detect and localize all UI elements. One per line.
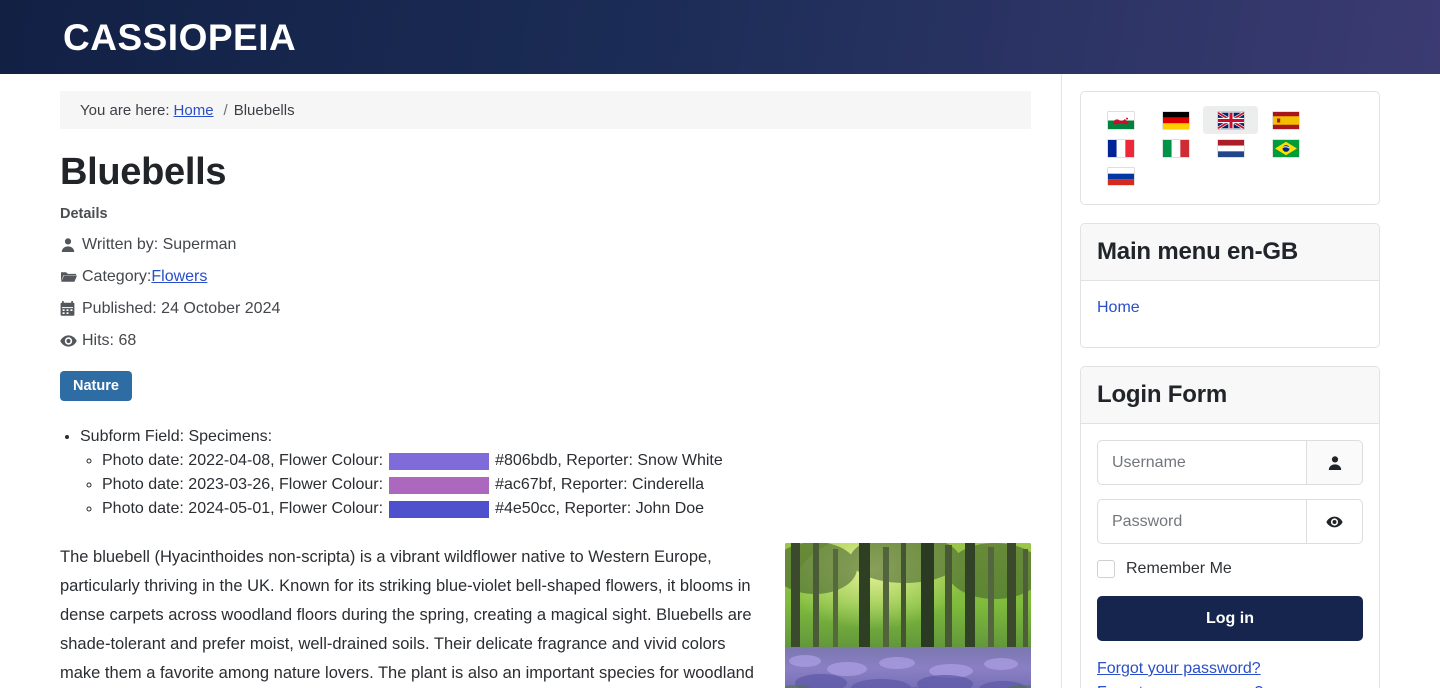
specimen-suffix: #4e50cc, Reporter: John Doe	[495, 500, 705, 517]
eye-icon	[60, 333, 82, 349]
meta-author: Written by: Superman	[60, 229, 1031, 261]
woodland-illustration	[785, 543, 1031, 688]
meta-category-link[interactable]: Flowers	[151, 268, 207, 286]
specimen-list: Photo date: 2022-04-08, Flower Colour: #…	[80, 449, 1031, 521]
article-body-text: The bluebell (Hyacinthoides non-scripta)…	[60, 548, 754, 682]
meta-author-text: Written by: Superman	[82, 236, 237, 253]
specimen-prefix: Photo date: 2023-03-26, Flower Colour:	[102, 476, 384, 493]
details-heading: Details	[60, 206, 108, 222]
meta-published-text: Published: 24 October 2024	[82, 300, 281, 317]
subform-field-label-text: Subform Field: Specimens:	[80, 428, 273, 445]
user-icon[interactable]	[1306, 440, 1363, 485]
login-form-body: Remember Me Log in Forgot your password?…	[1081, 424, 1379, 688]
flag-wales-icon	[1107, 111, 1134, 129]
password-field-group	[1097, 499, 1363, 544]
breadcrumb: You are here: Home / Bluebells	[60, 91, 1031, 129]
page-title: Bluebells	[60, 151, 227, 193]
forgot-password-link[interactable]: Forgot your password?	[1097, 657, 1363, 681]
article-meta-list: Written by: Superman Category: Flowers P…	[60, 229, 1031, 357]
breadcrumb-link-home[interactable]: Home	[174, 102, 214, 119]
login-form-module: Login Form Remember Me	[1080, 366, 1380, 688]
username-input[interactable]	[1097, 440, 1306, 485]
calendar-icon	[60, 301, 82, 317]
main-menu-header: Main menu en-GB	[1081, 224, 1379, 281]
list-item: Photo date: 2023-03-26, Flower Colour: #…	[102, 473, 1031, 497]
language-switcher-module	[1080, 91, 1380, 205]
language-option-portugues-brasil[interactable]	[1258, 134, 1313, 162]
main-menu-body: Home	[1081, 281, 1379, 347]
specimen-suffix: #806bdb, Reporter: Snow White	[495, 452, 723, 469]
meta-category: Category: Flowers	[60, 261, 1031, 293]
language-option-cymraeg[interactable]	[1093, 106, 1148, 134]
remember-me-label: Remember Me	[1126, 560, 1232, 577]
remember-me-checkbox[interactable]	[1097, 560, 1115, 578]
color-swatch	[389, 500, 490, 518]
flag-germany-icon	[1162, 111, 1189, 129]
list-item: Home	[1097, 297, 1363, 331]
page-layout: You are here: Home / Bluebells Bluebells…	[0, 74, 1440, 688]
user-icon	[60, 237, 82, 253]
main-content-column: You are here: Home / Bluebells Bluebells…	[0, 74, 1062, 688]
password-input[interactable]	[1097, 499, 1306, 544]
flag-france-icon	[1107, 139, 1134, 157]
subform-field-label: Subform Field: Specimens: Photo date: 20…	[80, 425, 1031, 521]
specimen-prefix: Photo date: 2022-04-08, Flower Colour:	[102, 452, 384, 469]
site-header: CASSIOPEIA	[0, 0, 1440, 74]
sidebar: Main menu en-GB Home Login Form Username…	[1062, 74, 1440, 688]
eye-icon[interactable]	[1306, 499, 1363, 544]
language-option-english-uk[interactable]	[1203, 106, 1258, 134]
color-swatch	[389, 476, 490, 494]
color-swatch	[389, 452, 490, 470]
login-button[interactable]: Log in	[1097, 596, 1363, 641]
meta-published: Published: 24 October 2024	[60, 293, 1031, 325]
meta-category-text: Category:	[82, 268, 152, 285]
meta-hits-text: Hits: 68	[82, 332, 137, 349]
language-option-nederlands[interactable]	[1203, 134, 1258, 162]
username-field-group	[1097, 440, 1363, 485]
tag-row: Nature	[60, 371, 1031, 401]
language-option-russian[interactable]	[1093, 162, 1148, 190]
language-option-francais[interactable]	[1093, 134, 1148, 162]
flag-russia-icon	[1107, 167, 1134, 185]
flag-spain-icon	[1272, 111, 1299, 129]
tag-badge-nature[interactable]: Nature	[60, 371, 132, 401]
breadcrumb-current: Bluebells	[233, 101, 295, 119]
login-form-title: Login Form	[1097, 381, 1227, 408]
main-menu-title: Main menu en-GB	[1097, 238, 1299, 265]
remember-me-row[interactable]: Remember Me	[1097, 560, 1363, 578]
breadcrumb-label: You are here:	[80, 101, 170, 119]
flag-italy-icon	[1162, 139, 1189, 157]
site-brand-logo[interactable]: CASSIOPEIA	[63, 19, 296, 56]
main-menu-module: Main menu en-GB Home	[1080, 223, 1380, 348]
language-option-espanol[interactable]	[1258, 106, 1313, 134]
language-option-deutsch[interactable]	[1148, 106, 1203, 134]
breadcrumb-separator: /	[223, 101, 228, 119]
forgot-username-link[interactable]: Forgot your username?	[1097, 681, 1363, 688]
specimen-prefix: Photo date: 2024-05-01, Flower Colour:	[102, 500, 384, 517]
folder-icon	[60, 269, 82, 285]
subform-field-list: Subform Field: Specimens: Photo date: 20…	[60, 425, 1031, 521]
specimen-suffix: #ac67bf, Reporter: Cinderella	[495, 476, 705, 493]
list-item: Photo date: 2022-04-08, Flower Colour: #…	[102, 449, 1031, 473]
language-option-italiano[interactable]	[1148, 134, 1203, 162]
article-figure-bluebell-woodland	[785, 543, 1031, 688]
flag-netherlands-icon	[1217, 139, 1244, 157]
flag-brazil-icon	[1272, 139, 1299, 157]
main-menu-list: Home	[1097, 297, 1363, 331]
meta-hits: Hits: 68	[60, 325, 1031, 357]
article-body-wrap: The bluebell (Hyacinthoides non-scripta)…	[60, 543, 1031, 688]
sidebar-item-home[interactable]: Home	[1097, 299, 1140, 316]
login-form-header: Login Form	[1081, 367, 1379, 424]
flag-united-kingdom-icon	[1217, 111, 1244, 129]
list-item: Photo date: 2024-05-01, Flower Colour: #…	[102, 497, 1031, 521]
flag-grid	[1093, 106, 1367, 190]
